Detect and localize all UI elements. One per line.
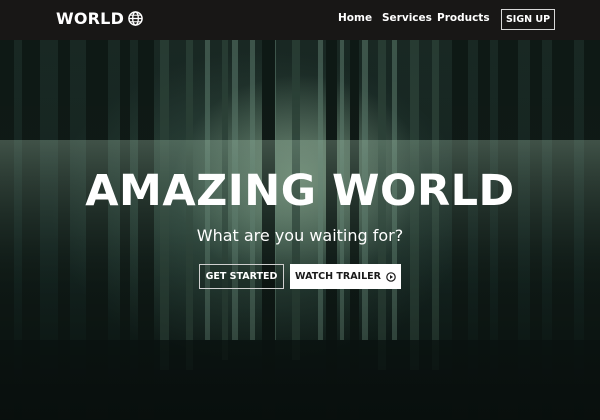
globe-icon <box>128 11 143 26</box>
nav-link-products[interactable]: Products <box>437 12 490 24</box>
hero-subtitle: What are you waiting for? <box>196 226 404 245</box>
hero-title: AMAZING WORLD <box>85 166 515 216</box>
watch-trailer-button[interactable]: WATCH TRAILER <box>290 264 401 289</box>
get-started-button[interactable]: GET STARTED <box>199 264 284 289</box>
watch-trailer-label: WATCH TRAILER <box>295 271 381 282</box>
page: WORLD Home Services Products SIGN UP AMA… <box>0 0 600 420</box>
brand-name: WORLD <box>56 9 125 28</box>
play-circle-icon <box>386 271 396 282</box>
hero-section: AMAZING WORLD What are you waiting for? … <box>0 40 600 420</box>
sign-up-button[interactable]: SIGN UP <box>501 9 555 30</box>
nav-link-services[interactable]: Services <box>382 12 432 24</box>
brand-logo[interactable]: WORLD <box>56 9 143 28</box>
nav-link-home[interactable]: Home <box>338 12 372 24</box>
navbar: WORLD Home Services Products SIGN UP <box>0 0 600 40</box>
